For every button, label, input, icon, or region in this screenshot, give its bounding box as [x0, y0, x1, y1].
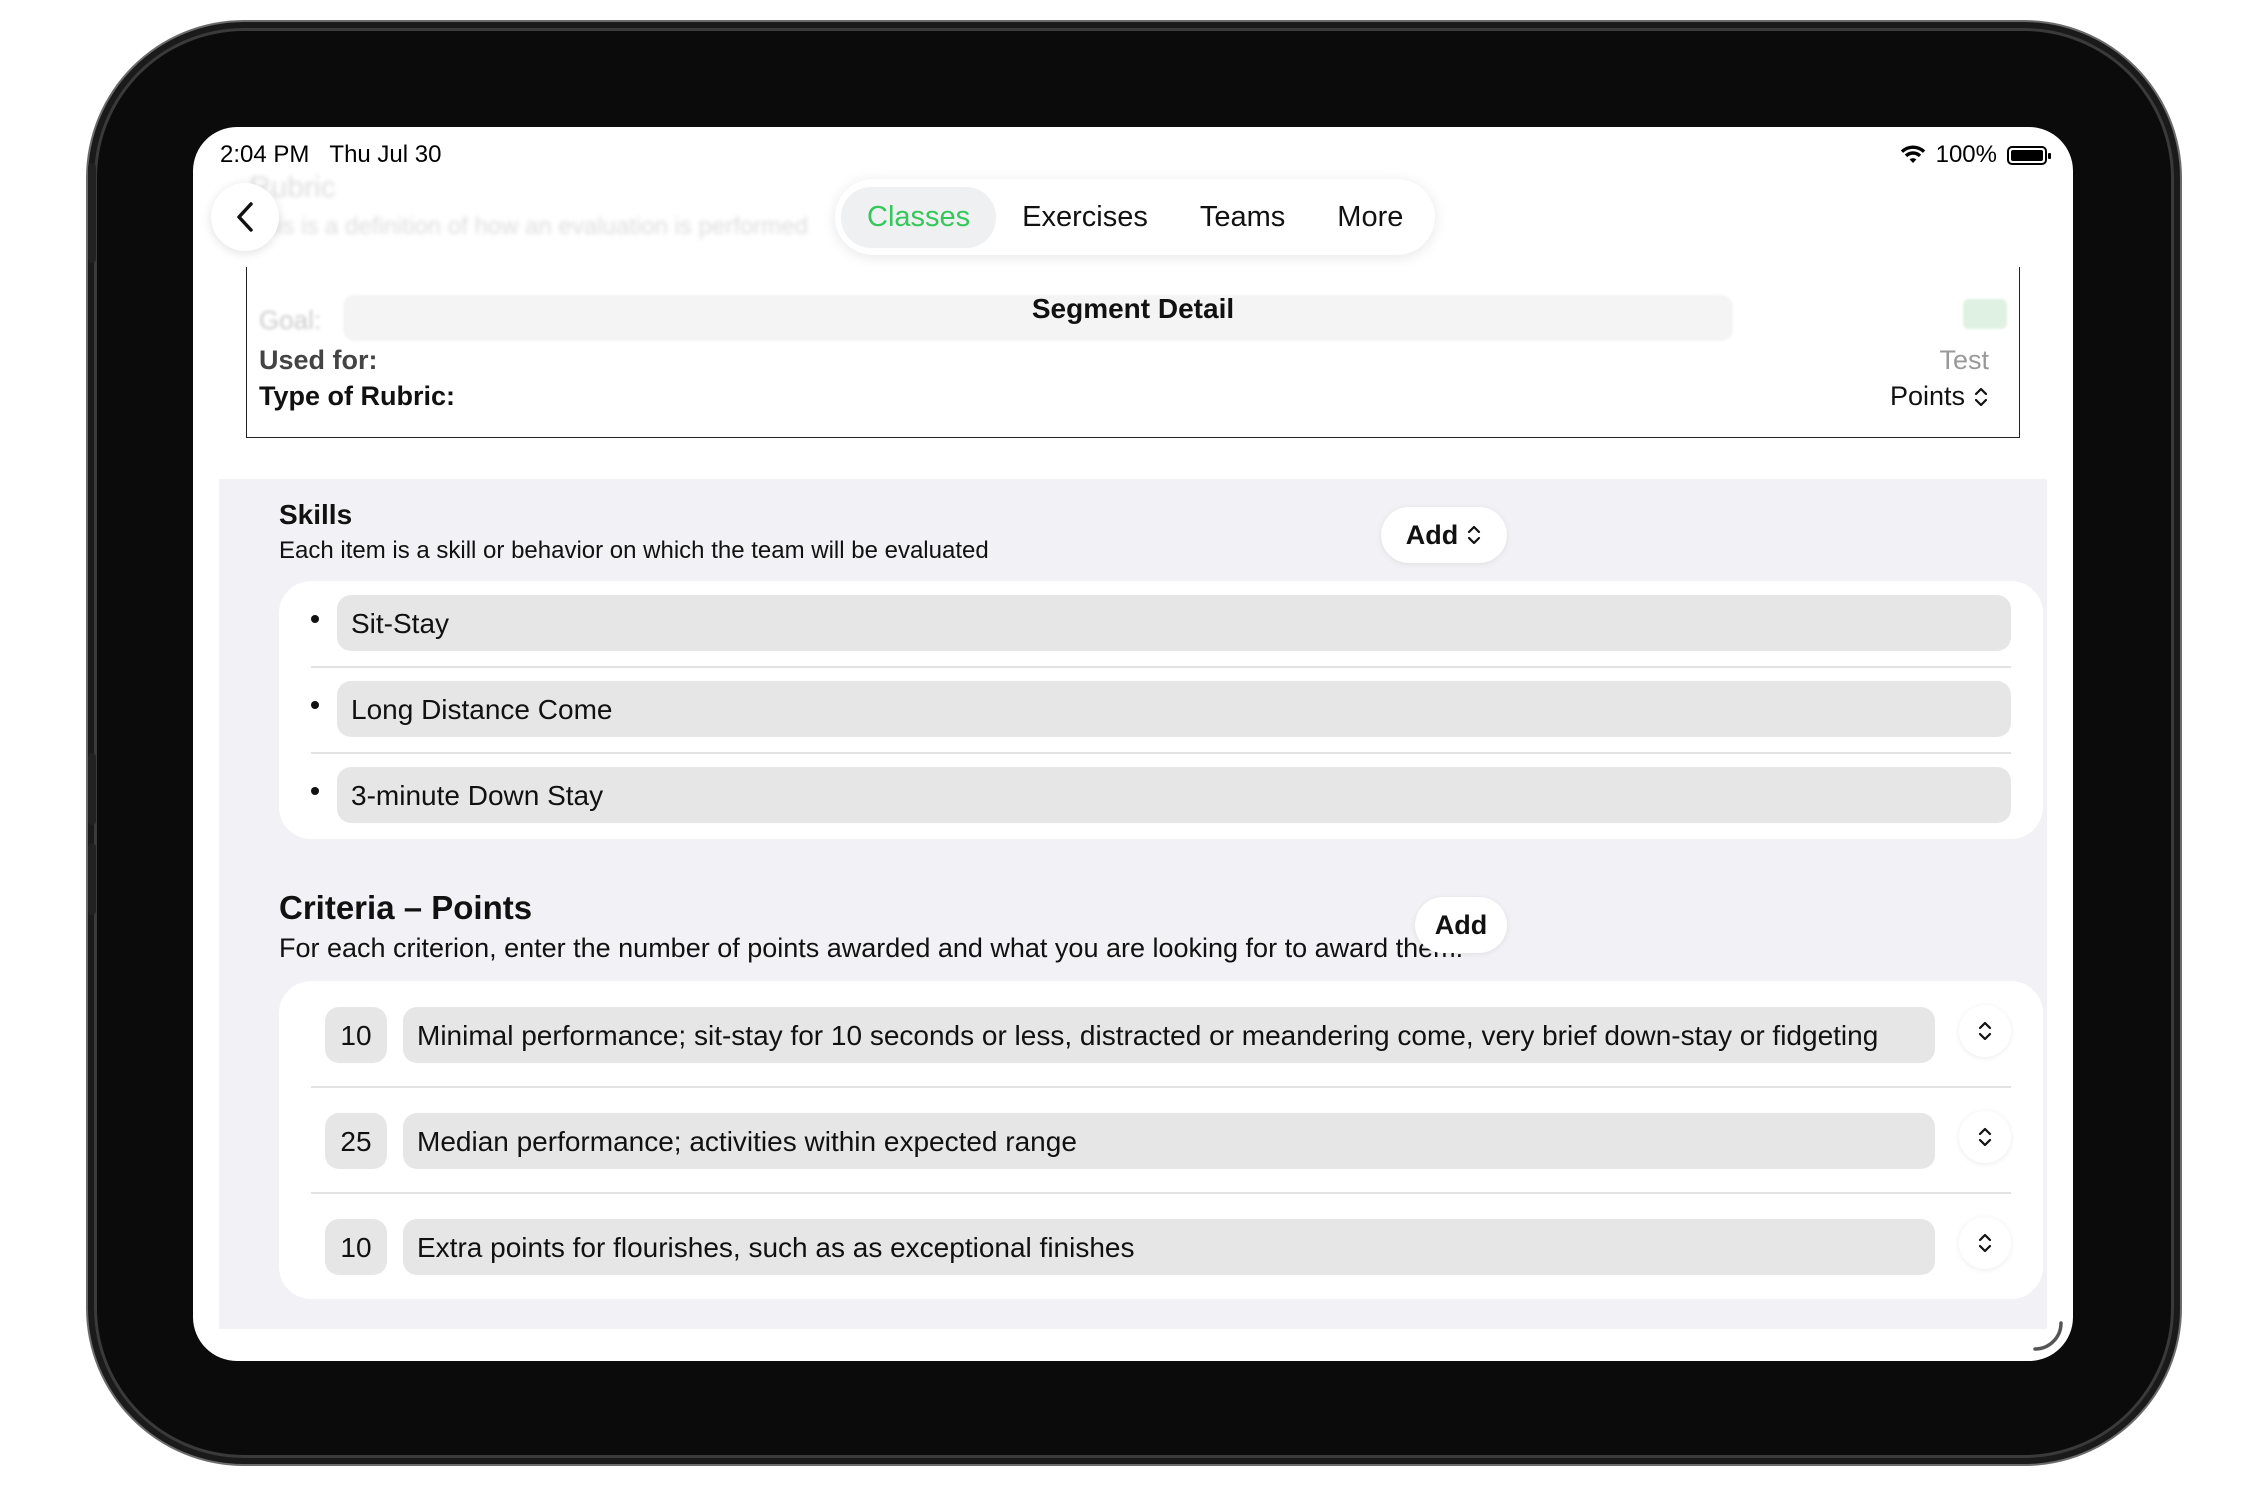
skill-field[interactable]: 3-minute Down Stay — [337, 767, 2011, 823]
status-time: 2:04 PM Thu Jul 30 — [220, 141, 441, 169]
page-title: Segment Detail — [1031, 293, 1235, 324]
content-section: Skills Each item is a skill or behavior … — [219, 479, 2047, 1329]
chevron-up-down-icon — [1468, 525, 1481, 545]
rubric-type-picker[interactable]: Points — [1890, 381, 1989, 412]
tab-exercises[interactable]: Exercises — [996, 187, 1174, 248]
skills-add-button[interactable]: Add — [1381, 507, 1507, 563]
tab-more[interactable]: More — [1311, 187, 1429, 248]
skills-list: Sit-Stay Long Distance Come 3-minute Dow… — [279, 581, 2043, 839]
bullet — [311, 615, 319, 623]
table-row: 10 Extra points for flourishes, such as … — [279, 1193, 2043, 1299]
rubric-type-value: Points — [1889, 381, 1965, 411]
chevron-up-down-icon — [1978, 1233, 1992, 1253]
criterion-field[interactable]: Extra points for flourishes, such as as … — [403, 1219, 1935, 1275]
chevron-left-icon — [237, 202, 253, 232]
used-for-label: Used for: — [259, 345, 378, 375]
chevron-up-down-icon — [1978, 1021, 1992, 1041]
criterion-field[interactable]: Minimal performance; sit-stay for 10 sec… — [403, 1007, 1935, 1063]
list-item: 3-minute Down Stay — [279, 753, 2043, 839]
criteria-add-label: Add — [1434, 909, 1488, 940]
skills-description: Each item is a skill or behavior on whic… — [279, 537, 989, 564]
rubric-type-row: Type of Rubric: Points — [259, 381, 1989, 421]
volume-down-button — [88, 843, 96, 915]
tab-teams[interactable]: Teams — [1174, 187, 1311, 248]
used-for-value: Test — [1939, 345, 1989, 375]
status-clock: 2:04 PM — [220, 141, 310, 168]
criterion-menu-button[interactable] — [1959, 1217, 2011, 1269]
status-bar: 2:04 PM Thu Jul 30 100% — [193, 127, 2073, 183]
tab-bar: Classes Exercises Teams More — [835, 179, 1436, 255]
points-field[interactable]: 10 — [325, 1007, 387, 1063]
points-field[interactable]: 25 — [325, 1113, 387, 1169]
tab-classes[interactable]: Classes — [841, 186, 997, 248]
criterion-menu-button[interactable] — [1959, 1111, 2011, 1163]
resize-handle-icon[interactable] — [2031, 1319, 2065, 1353]
criteria-list: 10 Minimal performance; sit-stay for 10 … — [279, 981, 2043, 1299]
segment-detail-card: Goal: Segment Detail Used for: Test Type… — [246, 267, 2020, 438]
status-date: Thu Jul 30 — [329, 141, 442, 168]
skills-add-label: Add — [1405, 519, 1459, 550]
back-button[interactable] — [211, 183, 279, 251]
skill-field[interactable]: Sit-Stay — [337, 595, 2011, 651]
criteria-description: For each criterion, enter the number of … — [279, 933, 1464, 963]
list-item: Sit-Stay — [279, 581, 2043, 667]
criterion-field[interactable]: Median performance; activities within ex… — [403, 1113, 1935, 1169]
volume-button — [88, 163, 96, 263]
list-item: Long Distance Come — [279, 667, 2043, 753]
background-page-description: This is a definition of how an evaluatio… — [249, 213, 808, 240]
volume-up-button — [88, 753, 96, 825]
screen: 2:04 PM Thu Jul 30 100% Rubric This is a… — [193, 127, 2073, 1361]
points-field[interactable]: 10 — [325, 1219, 387, 1275]
table-row: 25 Median performance; activities within… — [279, 1087, 2043, 1193]
criteria-add-button[interactable]: Add — [1415, 897, 1507, 953]
battery-icon — [2007, 145, 2051, 165]
criteria-title: Criteria – Points — [279, 889, 533, 926]
status-indicators: 100% — [1900, 141, 2051, 169]
battery-percent: 100% — [1935, 141, 1997, 168]
bullet — [311, 787, 319, 795]
chevron-up-down-icon — [1974, 387, 1988, 406]
bullet — [311, 701, 319, 709]
wifi-icon — [1900, 145, 1925, 163]
chevron-up-down-icon — [1978, 1127, 1992, 1147]
criterion-menu-button[interactable] — [1959, 1005, 2011, 1057]
skills-title: Skills — [279, 499, 353, 530]
used-for-row: Used for: Test — [259, 345, 1989, 385]
table-row: 10 Minimal performance; sit-stay for 10 … — [279, 981, 2043, 1087]
skill-field[interactable]: Long Distance Come — [337, 681, 2011, 737]
rubric-type-label: Type of Rubric: — [259, 381, 456, 411]
